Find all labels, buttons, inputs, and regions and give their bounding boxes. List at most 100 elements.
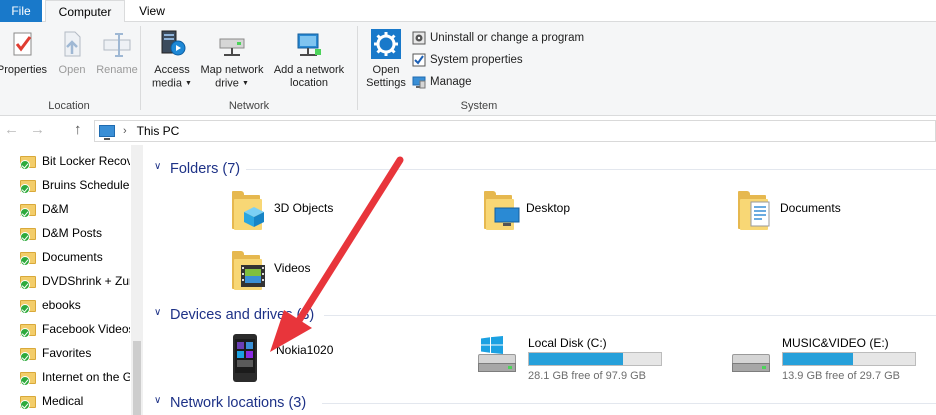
drive-name: Local Disk (C:) bbox=[528, 336, 607, 350]
folder-item-desktop[interactable]: Desktop bbox=[480, 189, 570, 231]
rename-button[interactable]: Rename bbox=[94, 28, 140, 77]
sidebar-item-label: Internet on the Go bbox=[42, 370, 130, 384]
device-item-nokia1020[interactable]: Nokia1020 bbox=[230, 333, 333, 383]
back-arrow-icon[interactable]: ← bbox=[4, 121, 19, 138]
drive-item-music-video-e[interactable]: MUSIC&VIDEO (E:) 13.9 GB free of 29.7 GB bbox=[730, 336, 930, 386]
synced-folder-icon bbox=[20, 346, 36, 362]
chevron-down-icon[interactable]: ∨ bbox=[154, 395, 161, 406]
tab-file[interactable]: File bbox=[0, 0, 42, 22]
manage-button[interactable]: Manage bbox=[412, 72, 472, 92]
uninstall-program-button[interactable]: Uninstall or change a program bbox=[412, 28, 584, 48]
this-pc-icon bbox=[99, 125, 115, 140]
open-button[interactable]: Open bbox=[52, 28, 92, 77]
system-properties-button[interactable]: System properties bbox=[412, 50, 523, 70]
map-network-drive-button[interactable]: Map network drive ▼ bbox=[196, 28, 268, 90]
add-location-label-1: Add a network bbox=[273, 64, 345, 76]
section-header-folders[interactable]: ∨ Folders (7) bbox=[148, 158, 936, 180]
sidebar-item[interactable]: DVDShrink + Zune bbox=[20, 271, 130, 291]
chevron-down-icon[interactable]: ∨ bbox=[154, 307, 161, 318]
access-media-button[interactable]: Access media ▼ bbox=[150, 28, 194, 90]
system-properties-icon bbox=[412, 53, 426, 67]
section-title: Network locations (3) bbox=[170, 395, 307, 411]
up-arrow-icon[interactable]: ↑ bbox=[74, 121, 82, 138]
drive-free-space: 28.1 GB free of 97.9 GB bbox=[528, 370, 647, 382]
drive-usage-bar bbox=[528, 352, 662, 366]
3d-objects-folder-icon bbox=[228, 189, 270, 231]
sidebar-item[interactable]: D&M Posts bbox=[20, 223, 130, 243]
sidebar-item[interactable]: Internet on the Go bbox=[20, 367, 130, 387]
folder-name: Videos bbox=[274, 261, 311, 275]
navigation-pane: Bit Locker Recovery Bruins Schedule D&M … bbox=[0, 145, 148, 415]
forward-arrow-icon[interactable]: → bbox=[30, 121, 45, 138]
network-drive-icon bbox=[216, 28, 248, 60]
folder-name: 3D Objects bbox=[274, 201, 334, 215]
drive-usage-bar bbox=[782, 352, 916, 366]
settings-gear-icon bbox=[370, 28, 402, 60]
properties-button[interactable]: Properties bbox=[0, 28, 52, 77]
group-label-network: Network bbox=[228, 100, 270, 112]
synced-folder-icon bbox=[20, 154, 36, 170]
ribbon-group-location: Properties Open Rename Location bbox=[0, 22, 138, 116]
sidebar-item[interactable]: Facebook Videos bbox=[20, 319, 130, 339]
breadcrumb-chevron-icon[interactable]: › bbox=[123, 125, 127, 137]
synced-folder-icon bbox=[20, 226, 36, 242]
ribbon: Properties Open Rename Location Access m… bbox=[0, 22, 936, 116]
synced-folder-icon bbox=[20, 202, 36, 218]
sidebar-item[interactable]: D&M bbox=[20, 199, 130, 219]
open-settings-button[interactable]: Open Settings bbox=[361, 28, 411, 90]
open-label: Open bbox=[58, 64, 86, 76]
breadcrumb-this-pc[interactable]: This PC bbox=[137, 124, 180, 138]
sidebar-scrollbar[interactable] bbox=[131, 145, 143, 415]
add-network-location-button[interactable]: Add a network location bbox=[270, 28, 348, 90]
synced-folder-icon bbox=[20, 178, 36, 194]
drive-usage-fill bbox=[783, 353, 854, 365]
computer-management-icon bbox=[412, 75, 426, 89]
tab-view[interactable]: View bbox=[128, 0, 176, 22]
sidebar-item-label: D&M Posts bbox=[42, 226, 103, 240]
folder-item-3d-objects[interactable]: 3D Objects bbox=[228, 189, 333, 231]
section-divider bbox=[322, 403, 936, 404]
chevron-down-icon[interactable]: ∨ bbox=[154, 161, 161, 172]
sidebar-item-label: ebooks bbox=[42, 298, 81, 312]
device-name: Nokia1020 bbox=[276, 343, 334, 357]
navigation-bar: ← → ↑ › This PC bbox=[0, 117, 936, 145]
map-drive-label-2: drive bbox=[215, 77, 239, 90]
synced-folder-icon bbox=[20, 274, 36, 290]
address-bar[interactable]: › This PC bbox=[94, 120, 936, 142]
drive-name: MUSIC&VIDEO (E:) bbox=[782, 336, 889, 350]
properties-label: Properties bbox=[0, 64, 48, 76]
sidebar-item-label: Favorites bbox=[42, 346, 92, 360]
drive-item-local-disk-c[interactable]: Local Disk (C:) 28.1 GB free of 97.9 GB bbox=[476, 336, 676, 386]
ribbon-tab-bar: File Computer View bbox=[0, 0, 936, 23]
network-location-icon bbox=[293, 28, 325, 60]
sidebar-item[interactable]: Medical bbox=[20, 391, 130, 411]
scrollbar-thumb[interactable] bbox=[133, 341, 141, 415]
sidebar-item[interactable]: Favorites bbox=[20, 343, 130, 363]
folder-item-documents[interactable]: Documents bbox=[734, 189, 841, 231]
rename-icon bbox=[101, 28, 133, 60]
drive-usage-fill bbox=[529, 353, 624, 365]
sidebar-item[interactable]: ebooks bbox=[20, 295, 130, 315]
group-label-system: System bbox=[460, 100, 498, 112]
sidebar-item[interactable]: Documents bbox=[20, 247, 130, 267]
windows-logo-icon bbox=[481, 336, 503, 354]
hard-drive-icon bbox=[730, 354, 772, 374]
videos-folder-icon bbox=[228, 249, 270, 291]
section-header-network[interactable]: ∨ Network locations (3) bbox=[148, 392, 936, 414]
properties-icon bbox=[6, 28, 38, 60]
access-media-label-1: Access bbox=[154, 64, 190, 76]
folder-item-videos[interactable]: Videos bbox=[228, 249, 310, 291]
sidebar-item-label: Facebook Videos bbox=[42, 322, 130, 336]
sidebar-item-label: D&M bbox=[42, 202, 69, 216]
tab-computer[interactable]: Computer bbox=[45, 0, 125, 23]
group-label-location: Location bbox=[48, 100, 90, 112]
sidebar-item[interactable]: Bit Locker Recovery bbox=[20, 151, 130, 171]
section-header-devices[interactable]: ∨ Devices and drives (3) bbox=[148, 304, 936, 326]
rename-label: Rename bbox=[96, 64, 138, 76]
access-media-label-2: media bbox=[152, 77, 182, 90]
sidebar-item[interactable]: Bruins Schedule bbox=[20, 175, 130, 195]
ribbon-group-network: Access media ▼ Map network drive ▼ Add a… bbox=[142, 22, 356, 116]
phone-icon bbox=[230, 333, 272, 383]
documents-folder-icon bbox=[734, 189, 776, 231]
sidebar-item-label: Bit Locker Recovery bbox=[42, 154, 130, 168]
